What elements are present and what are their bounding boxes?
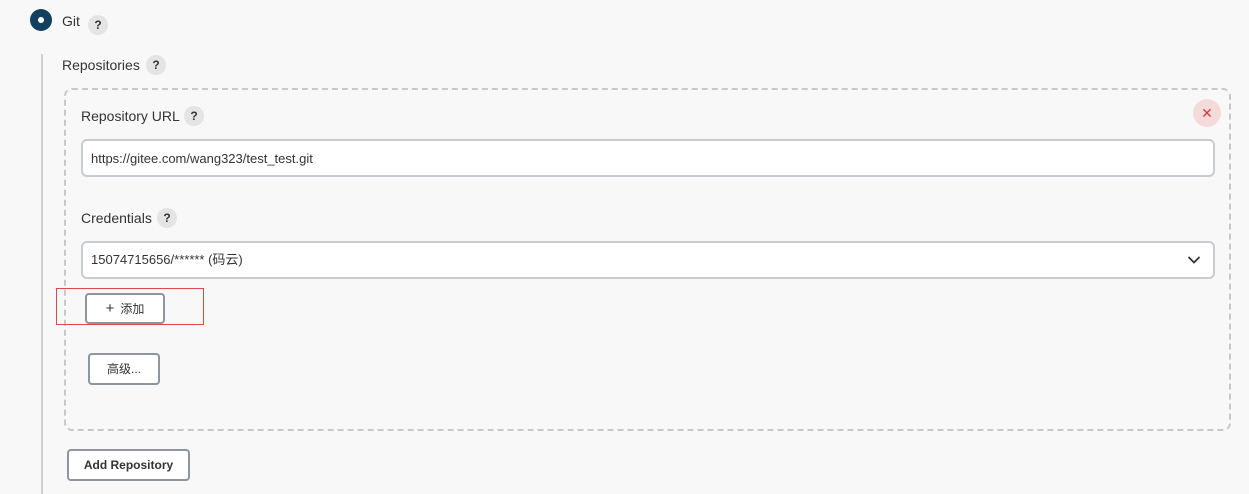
advanced-button[interactable]: 高级... [88,353,160,385]
git-help-icon[interactable]: ? [88,15,108,35]
credentials-label: Credentials [81,210,152,226]
credentials-help-icon[interactable]: ? [157,208,177,228]
advanced-button-label: 高级... [106,362,141,376]
close-icon: ✕ [1201,105,1213,121]
add-repository-label: Add Repository [83,458,174,472]
repository-url-input[interactable] [81,139,1215,177]
repositories-label: Repositories [62,57,140,73]
add-credentials-label: 添加 [120,302,145,316]
radio-selected-icon [38,17,44,23]
repository-url-help-icon[interactable]: ? [184,106,204,126]
plus-icon: + [105,300,115,317]
credentials-selected-value: 15074715656/****** (码云) [91,252,243,267]
repository-url-label: Repository URL [81,108,180,124]
git-option-label: Git [62,13,80,29]
add-repository-button[interactable]: Add Repository [67,449,190,481]
chevron-down-icon [1188,256,1200,264]
credentials-select[interactable]: 15074715656/****** (码云) [81,241,1215,279]
repositories-help-icon[interactable]: ? [146,55,166,75]
git-radio-button[interactable] [30,9,52,31]
remove-repository-button[interactable]: ✕ [1193,99,1221,127]
section-divider [41,54,43,494]
add-credentials-button[interactable]: + 添加 [85,293,165,324]
